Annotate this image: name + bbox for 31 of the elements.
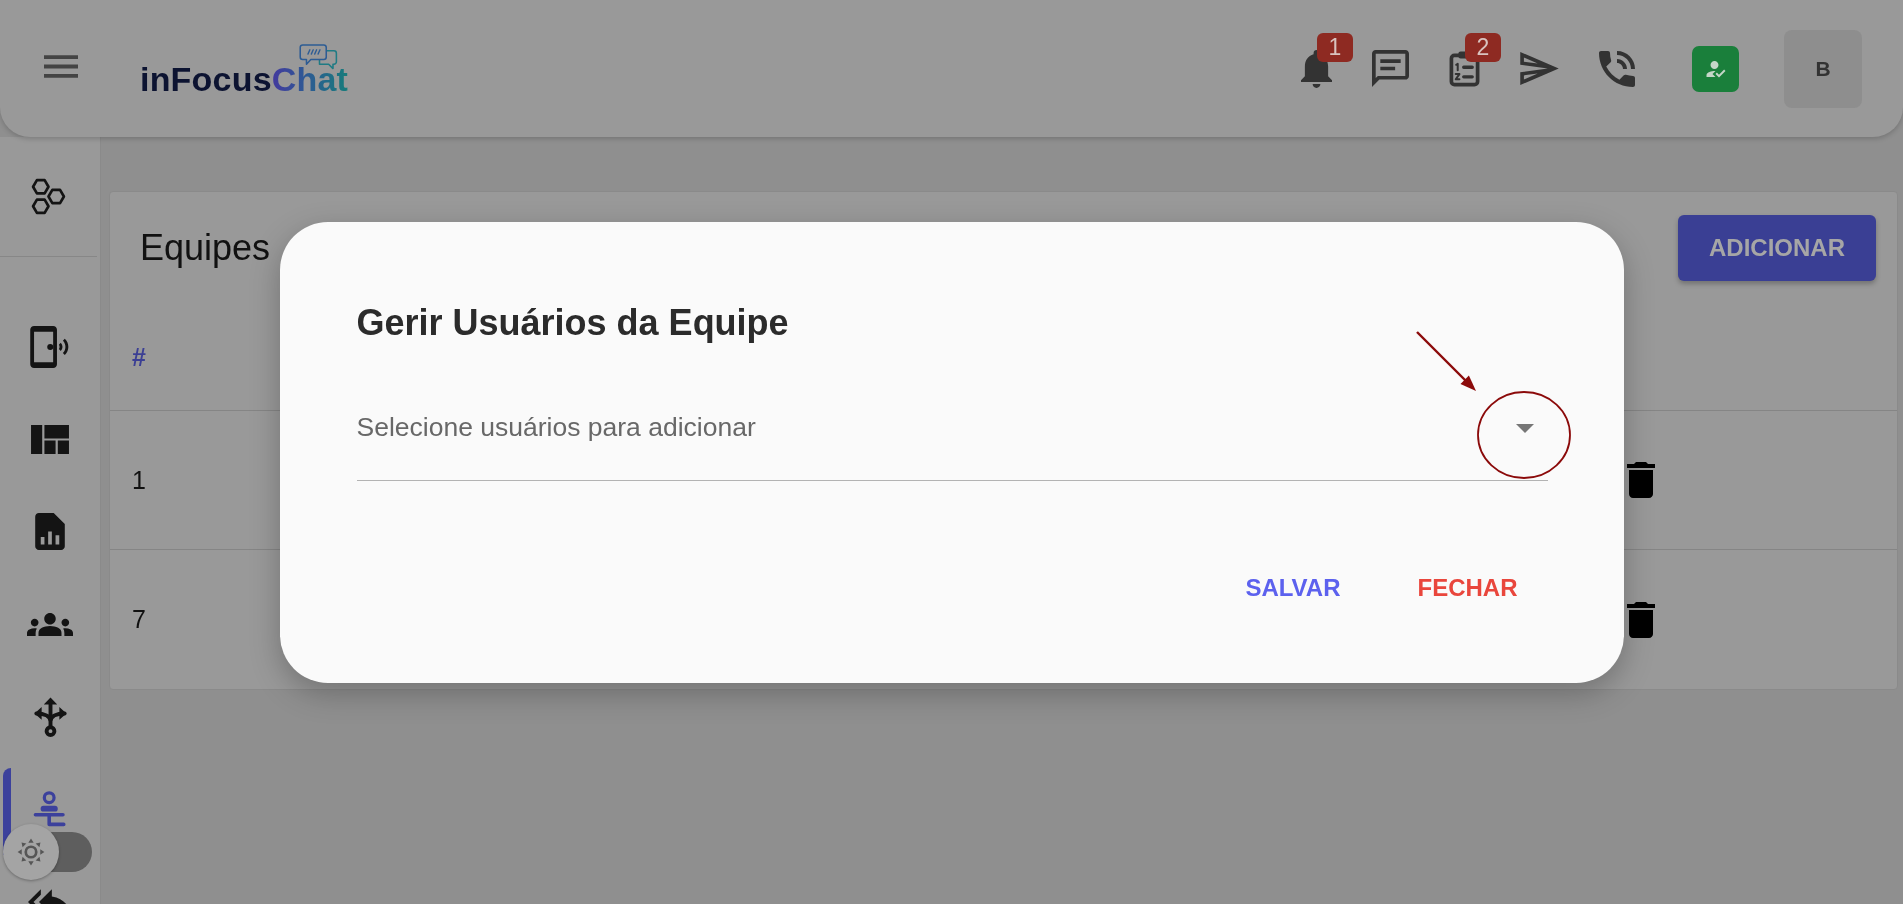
annotation-arrow [1416,331,1476,391]
table-cell: 1 [132,465,146,495]
caret-icon[interactable] [1515,423,1534,433]
user-check-icon[interactable] [1692,45,1739,92]
table-cell: 7 [132,605,146,634]
save-button[interactable]: SALVAR [1229,563,1357,612]
count-badge: 1 [1317,32,1353,62]
add-button[interactable]: ADICIONAR [1678,215,1876,281]
logo-text: inFocusChat [140,58,349,99]
column-header[interactable]: # [132,343,146,372]
chart-file-icon[interactable] [35,513,65,551]
dialog-title: Gerir Usuários da Equipe [356,300,790,345]
select-field[interactable]: Selecione usuários para adicionar [356,400,1548,481]
sun-icon [17,838,45,866]
menu-icon[interactable] [44,55,78,78]
send-icon[interactable] [1520,52,1559,85]
count-badge: 2 [1465,33,1501,62]
phone-icon[interactable] [1599,50,1635,87]
trash-icon[interactable] [1627,601,1655,638]
chat-icon[interactable] [1372,50,1409,87]
dashboard-icon[interactable] [31,425,69,455]
avatar-button[interactable]: B [1784,29,1862,108]
person-desk-icon[interactable] [33,791,67,828]
trash-icon[interactable] [1627,462,1655,498]
close-button[interactable]: FECHAR [1401,563,1534,612]
group-icon[interactable] [27,612,73,636]
theme-switch[interactable] [2,824,92,880]
hexagons-icon[interactable] [30,178,67,215]
phone-signal-icon[interactable] [30,326,70,369]
page-title: Equipes [140,226,271,270]
split-arrows-icon[interactable] [31,696,69,737]
